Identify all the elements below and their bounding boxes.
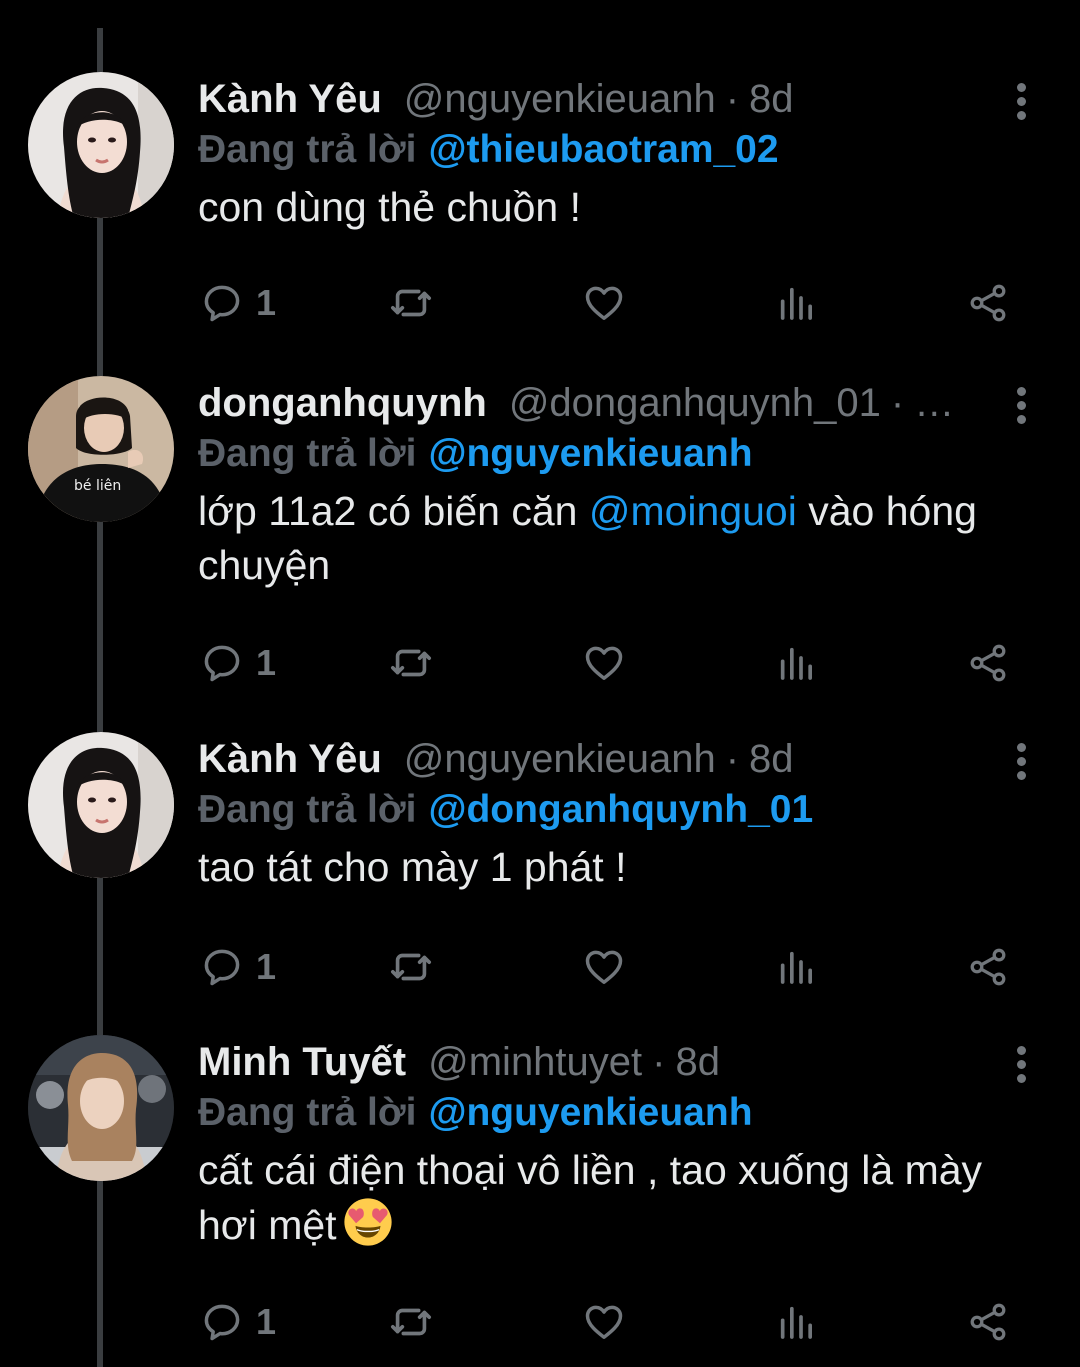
timestamp[interactable]: 8d	[675, 1040, 720, 1085]
like-icon	[585, 1305, 623, 1339]
replying-to: Đang trả lời @nguyenkieuanh	[198, 432, 753, 476]
retweet-button[interactable]	[388, 942, 434, 992]
reply-count: 1	[256, 642, 277, 683]
replying-to-label: Đang trả lời	[198, 432, 417, 475]
display-name[interactable]: Kành Yêu	[198, 737, 382, 782]
tweet-header: donganhquynh @donganhquynh_01 · …	[198, 378, 954, 428]
tweet-header: Minh Tuyết @minhtuyet · 8d	[198, 1037, 720, 1087]
reply-icon	[204, 949, 240, 986]
like-button[interactable]	[582, 1297, 626, 1347]
share-button[interactable]	[966, 638, 1010, 688]
user-handle[interactable]: @nguyenkieuanh	[404, 77, 716, 122]
replying-to: Đang trả lời @nguyenkieuanh	[198, 1091, 753, 1135]
display-name[interactable]: donganhquynh	[198, 381, 487, 426]
more-options-icon[interactable]	[1002, 76, 1040, 126]
display-name[interactable]: Kành Yêu	[198, 77, 382, 122]
user-handle[interactable]: @donganhquynh_01	[509, 381, 881, 426]
like-icon	[585, 950, 623, 984]
share-icon	[970, 1303, 1006, 1341]
reply-to-mention[interactable]: @nguyenkieuanh	[428, 1091, 752, 1134]
views-button[interactable]	[776, 1297, 816, 1347]
avatar[interactable]	[28, 72, 174, 218]
replying-to-label: Đang trả lời	[198, 788, 417, 831]
like-button[interactable]	[582, 278, 626, 328]
separator-dot: ·	[890, 380, 905, 425]
views-button[interactable]	[776, 942, 816, 992]
reply-button[interactable]: 1	[200, 1297, 276, 1347]
retweet-icon	[390, 953, 432, 981]
views-button[interactable]	[776, 638, 816, 688]
replying-to: Đang trả lời @thieubaotram_02	[198, 128, 779, 172]
tweet-actions: 1	[198, 638, 1028, 688]
views-icon	[780, 1306, 812, 1339]
retweet-button[interactable]	[388, 1297, 434, 1347]
reply-to-mention[interactable]: @thieubaotram_02	[428, 128, 778, 171]
like-icon	[585, 286, 623, 320]
retweet-icon	[390, 1308, 432, 1336]
tweet-text: cất cái điện thoại vô liền , tao xuống l…	[198, 1143, 1008, 1252]
retweet-icon	[390, 289, 432, 317]
tweet-text: lớp 11a2 có biến căn @moinguoi vào hóng …	[198, 484, 1008, 592]
tweet-text: con dùng thẻ chuồn !	[198, 184, 581, 230]
replying-to: Đang trả lời @donganhquynh_01	[198, 788, 813, 832]
reply-count: 1	[256, 1301, 277, 1342]
avatar[interactable]	[28, 732, 174, 878]
tweet-text-part: lớp 11a2 có biến căn	[198, 488, 589, 534]
tweet-text-part: cất cái điện thoại vô liền , tao xuống l…	[198, 1147, 983, 1248]
more-options-icon[interactable]	[1002, 380, 1040, 430]
retweet-icon	[390, 649, 432, 677]
timestamp[interactable]: …	[914, 381, 954, 426]
reply-button[interactable]: 1	[200, 638, 276, 688]
heart-eyes-emoji	[343, 1198, 392, 1246]
reply-icon	[204, 645, 240, 682]
tweet-text: tao tát cho mày 1 phát !	[198, 844, 627, 890]
share-icon	[970, 644, 1006, 682]
share-icon	[970, 284, 1006, 322]
retweet-button[interactable]	[388, 278, 434, 328]
like-button[interactable]	[582, 638, 626, 688]
user-handle[interactable]: @nguyenkieuanh	[404, 737, 716, 782]
views-icon	[780, 287, 812, 320]
separator-dot: ·	[725, 76, 740, 121]
share-button[interactable]	[966, 278, 1010, 328]
reply-count: 1	[256, 282, 277, 323]
inline-mention[interactable]: @moinguoi	[589, 488, 797, 534]
replying-to-label: Đang trả lời	[198, 128, 417, 171]
reply-to-mention[interactable]: @nguyenkieuanh	[428, 432, 752, 475]
avatar-shirt-text: bé liên	[74, 478, 121, 494]
views-icon	[780, 647, 812, 680]
reply-to-mention[interactable]: @donganhquynh_01	[428, 788, 813, 831]
share-icon	[970, 948, 1006, 986]
reply-icon	[204, 285, 240, 322]
views-icon	[780, 951, 812, 984]
like-icon	[585, 646, 623, 680]
reply-button[interactable]: 1	[200, 278, 276, 328]
separator-dot: ·	[725, 736, 740, 781]
replying-to-label: Đang trả lời	[198, 1091, 417, 1134]
avatar[interactable]: bé liên	[28, 376, 174, 522]
more-options-icon[interactable]	[1002, 736, 1040, 786]
reply-icon	[204, 1304, 240, 1341]
views-button[interactable]	[776, 278, 816, 328]
tweet-actions: 1	[198, 1297, 1028, 1347]
display-name[interactable]: Minh Tuyết	[198, 1040, 406, 1085]
share-button[interactable]	[966, 1297, 1010, 1347]
tweet-header: Kành Yêu @nguyenkieuanh · 8d	[198, 74, 794, 124]
timestamp[interactable]: 8d	[749, 737, 794, 782]
reply-button[interactable]: 1	[200, 942, 276, 992]
share-button[interactable]	[966, 942, 1010, 992]
reply-count: 1	[256, 946, 277, 987]
tweet-actions: 1	[198, 278, 1028, 328]
tweet-header: Kành Yêu @nguyenkieuanh · 8d	[198, 734, 794, 784]
tweet-actions: 1	[198, 942, 1028, 992]
separator-dot: ·	[652, 1039, 666, 1084]
avatar[interactable]	[28, 1035, 174, 1181]
user-handle[interactable]: @minhtuyet	[428, 1040, 642, 1085]
more-options-icon[interactable]	[1002, 1039, 1040, 1089]
like-button[interactable]	[582, 942, 626, 992]
retweet-button[interactable]	[388, 638, 434, 688]
timestamp[interactable]: 8d	[749, 77, 794, 122]
